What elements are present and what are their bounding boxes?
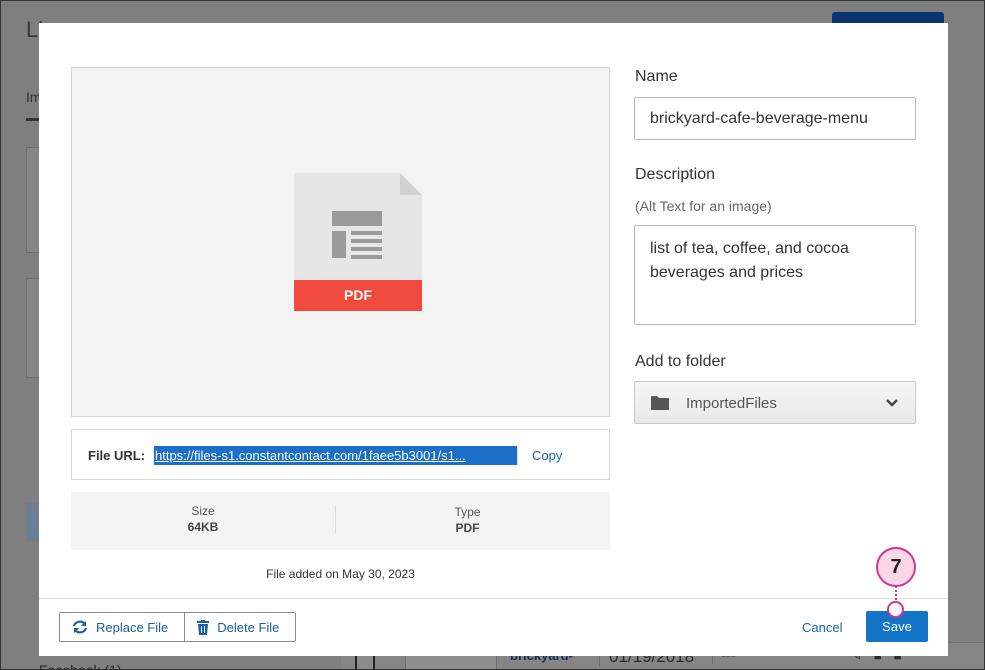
folder-select[interactable]: ImportedFiles: [634, 381, 916, 424]
cancel-button[interactable]: Cancel: [802, 620, 842, 635]
folder-select-value: ImportedFiles: [686, 395, 777, 412]
file-actions-group: Replace File Delete File: [59, 612, 297, 642]
footer-divider: [39, 598, 948, 599]
file-size-label: Size: [191, 504, 215, 518]
background-card: [26, 278, 40, 378]
chevron-down-icon: [886, 399, 898, 407]
background-folder-item: Facebook (1): [39, 662, 122, 670]
name-input[interactable]: brickyard-cafe-beverage-menu: [634, 97, 916, 140]
delete-file-label: Delete File: [217, 619, 280, 635]
replace-file-button[interactable]: Replace File: [60, 613, 185, 641]
copy-url-button[interactable]: Copy: [517, 446, 562, 465]
file-url-value[interactable]: https://files-s1.constantcontact.com/1fa…: [154, 446, 518, 465]
replace-file-label: Replace File: [96, 619, 169, 635]
file-type-value: PDF: [455, 521, 480, 535]
file-url-box: File URL: https://files-s1.constantconta…: [71, 429, 610, 480]
pdf-badge: PDF: [294, 280, 422, 311]
file-size: Size 64KB: [71, 504, 335, 534]
delete-file-button[interactable]: Delete File: [184, 613, 296, 641]
replace-icon: [72, 620, 88, 634]
step-callout: 7: [876, 547, 916, 587]
file-size-value: 64KB: [187, 520, 219, 534]
screenshot-frame: Li Im brickyard- 01/19/2018 --- ✎■■ Face…: [0, 0, 985, 670]
folder-icon: [651, 396, 669, 410]
file-type-label: Type: [454, 505, 481, 519]
callout-target-dot: [887, 601, 904, 618]
file-added-date: File added on May 30, 2023: [266, 567, 415, 581]
file-meta: Size 64KB Type PDF: [71, 492, 610, 550]
trash-icon: [197, 619, 210, 635]
folder-label: Add to folder: [635, 353, 726, 370]
background-selected-item: [26, 503, 40, 541]
description-textarea[interactable]: list of tea, coffee, and cocoa beverages…: [634, 225, 916, 325]
file-details-modal: PDF File URL: https://files-s1.constantc…: [39, 23, 948, 656]
background-tab-underline: [26, 118, 40, 121]
description-sublabel: (Alt Text for an image): [635, 198, 772, 214]
file-preview: PDF: [71, 67, 610, 417]
description-label: Description: [635, 166, 716, 183]
background-card: [26, 147, 40, 253]
pdf-document-icon: PDF: [294, 173, 422, 311]
name-label: Name: [635, 68, 678, 85]
file-url-label: File URL:: [88, 448, 146, 463]
file-type: Type PDF: [335, 505, 599, 535]
